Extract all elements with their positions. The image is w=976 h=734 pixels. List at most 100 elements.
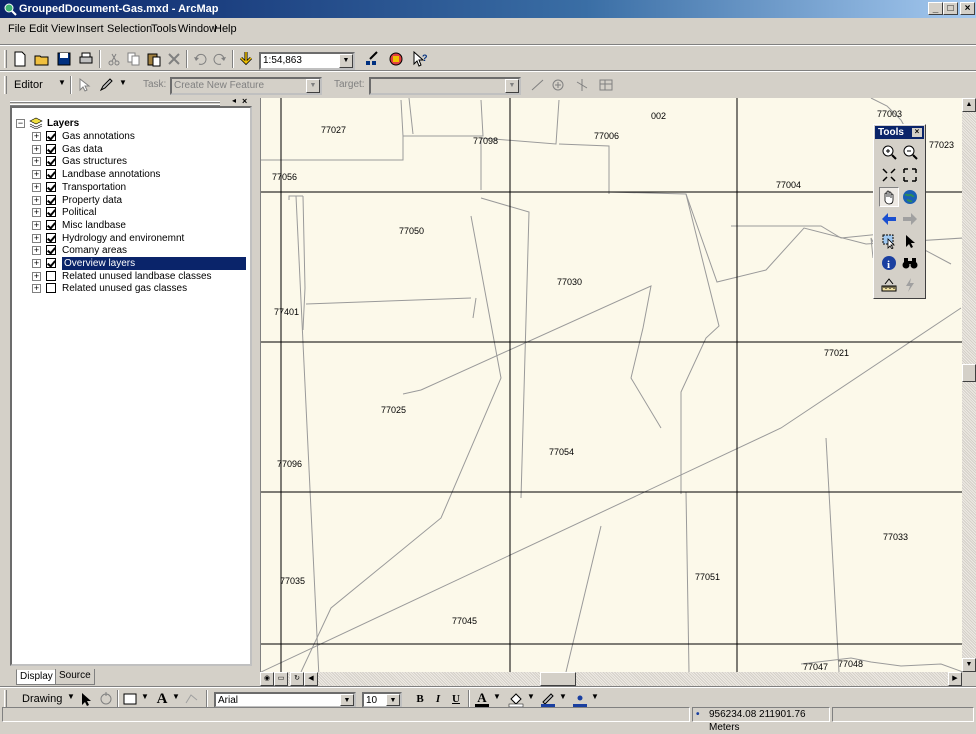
expand-icon[interactable]: +	[32, 271, 41, 281]
parcel-label[interactable]: 77401	[274, 307, 299, 317]
table-of-contents[interactable]: − Layers + Gas annotations + Gas data + Gas s…	[10, 106, 252, 666]
sketch-tool-icon[interactable]	[96, 75, 116, 95]
underline-button[interactable]: U	[446, 689, 466, 709]
split-tool-icon[interactable]	[528, 75, 548, 95]
open-icon[interactable]	[32, 49, 52, 69]
parcel-label[interactable]: 77047	[803, 662, 828, 672]
measure-icon[interactable]	[879, 275, 899, 295]
toc-layer-label[interactable]: Property data	[62, 194, 122, 207]
menu-tools[interactable]: Tools	[151, 23, 177, 35]
expand-icon[interactable]: +	[32, 182, 41, 192]
arctoolbox-icon[interactable]	[386, 49, 406, 69]
collapse-icon[interactable]: −	[16, 119, 25, 128]
identify-icon[interactable]: i	[879, 253, 899, 273]
layer-visibility-checkbox[interactable]	[46, 245, 56, 256]
fixed-zoom-out-icon[interactable]	[900, 165, 920, 185]
font-name-combo[interactable]: Arial ▼	[214, 692, 356, 708]
parcel-label[interactable]: 77021	[824, 348, 849, 358]
redo-icon[interactable]	[210, 49, 230, 69]
parcel-label[interactable]: 77051	[695, 572, 720, 582]
parcel-label[interactable]: 002	[651, 111, 666, 121]
undo-icon[interactable]	[190, 49, 210, 69]
parcel-label[interactable]: 77027	[321, 125, 346, 135]
menu-view[interactable]: View	[51, 23, 75, 35]
refresh-icon[interactable]: ↻	[290, 672, 304, 686]
parcel-label[interactable]: 77003	[877, 109, 902, 119]
toc-layer-label[interactable]: Related unused landbase classes	[62, 270, 212, 283]
horizontal-scrollbar[interactable]: ◉ ▭ ↻ ◀ ▶	[260, 672, 962, 686]
tools-window-title[interactable]: Tools ×	[875, 126, 924, 139]
title-bar[interactable]: GroupedDocument-Gas.mxd - ArcMap _ □ ×	[0, 0, 976, 18]
menu-window[interactable]: Window	[178, 23, 217, 35]
expand-icon[interactable]: +	[32, 157, 41, 167]
parcel-label[interactable]: 77023	[929, 140, 954, 150]
scroll-left-icon[interactable]: ◀	[304, 672, 318, 686]
expand-icon[interactable]: +	[32, 259, 41, 268]
new-text-icon[interactable]: A	[152, 689, 172, 709]
chevron-down-icon[interactable]: ▼	[67, 692, 75, 701]
expand-icon[interactable]: +	[32, 195, 41, 205]
edit-tool-icon[interactable]	[74, 75, 94, 95]
expand-icon[interactable]: +	[32, 132, 41, 141]
expand-icon[interactable]: +	[32, 233, 41, 243]
rotate-element-icon[interactable]	[96, 689, 116, 709]
parcel-label[interactable]: 77033	[883, 532, 908, 542]
zoom-out-icon[interactable]	[900, 142, 920, 162]
layer-visibility-checkbox[interactable]	[46, 232, 56, 243]
pan-icon[interactable]	[879, 187, 899, 207]
menu-edit[interactable]: Edit	[29, 23, 48, 35]
editor-toolbar-icon[interactable]	[362, 49, 382, 69]
chevron-down-icon[interactable]: ▼	[306, 79, 320, 93]
fill-color-icon[interactable]	[506, 689, 526, 709]
font-size-combo[interactable]: 10 ▼	[362, 692, 402, 708]
close-button[interactable]: ×	[960, 2, 975, 15]
parcel-label[interactable]: 77050	[399, 226, 424, 236]
menu-selection[interactable]: Selection	[107, 23, 152, 35]
chevron-down-icon[interactable]: ▼	[493, 692, 501, 701]
parcel-label[interactable]: 77045	[452, 616, 477, 626]
data-view-icon[interactable]: ◉	[260, 672, 274, 686]
chevron-down-icon[interactable]: ▼	[591, 692, 599, 701]
save-icon[interactable]	[54, 49, 74, 69]
bold-button[interactable]: B	[410, 689, 430, 709]
menu-help[interactable]: Help	[214, 23, 237, 35]
chevron-down-icon[interactable]: ▼	[340, 694, 354, 706]
layer-visibility-checkbox[interactable]	[46, 131, 56, 141]
layer-visibility-checkbox[interactable]	[46, 207, 56, 218]
map-canvas[interactable]	[261, 98, 962, 672]
rotate-tool-icon[interactable]	[548, 75, 568, 95]
target-combo[interactable]: ▼	[369, 77, 521, 95]
expand-icon[interactable]: +	[32, 144, 41, 154]
fixed-zoom-in-icon[interactable]	[879, 165, 899, 185]
expand-icon[interactable]: +	[32, 284, 41, 294]
line-color-icon[interactable]	[538, 689, 558, 709]
chevron-down-icon[interactable]: ▼	[559, 692, 567, 701]
layer-visibility-checkbox[interactable]	[46, 169, 56, 180]
toc-layer-label[interactable]: Related unused gas classes	[62, 282, 187, 295]
sketch-properties-icon[interactable]	[596, 75, 616, 95]
attributes-icon[interactable]	[572, 75, 592, 95]
tab-display[interactable]: Display	[16, 669, 57, 685]
drawing-menu[interactable]: Drawing	[22, 693, 62, 705]
chevron-down-icon[interactable]: ▼	[141, 692, 149, 701]
toc-layer-label[interactable]: Gas structures	[62, 155, 127, 168]
task-combo[interactable]: Create New Feature ▼	[170, 77, 322, 95]
scroll-up-icon[interactable]: ▲	[962, 98, 976, 112]
layer-visibility-checkbox[interactable]	[46, 143, 56, 154]
parcel-label[interactable]: 77035	[280, 576, 305, 586]
forward-arrow-icon[interactable]	[900, 209, 920, 229]
chevron-down-icon[interactable]: ▼	[172, 692, 180, 701]
toolbar-grip[interactable]	[4, 690, 7, 708]
select-elements-icon[interactable]	[879, 231, 899, 251]
map-scale-combo[interactable]: 1:54,863 ▼	[259, 52, 355, 70]
toc-layer-label[interactable]: Misc landbase	[62, 219, 126, 232]
find-binoculars-icon[interactable]	[900, 253, 920, 273]
zoom-in-icon[interactable]	[879, 142, 899, 162]
close-icon[interactable]: ×	[242, 96, 247, 106]
expand-icon[interactable]: +	[32, 220, 41, 230]
marker-color-icon[interactable]	[570, 689, 590, 709]
layer-visibility-checkbox[interactable]	[46, 156, 56, 167]
scroll-right-icon[interactable]: ▶	[948, 672, 962, 686]
toc-layer-label[interactable]: Gas annotations	[62, 130, 135, 143]
vertical-scrollbar[interactable]: ▲ ▼	[962, 98, 976, 672]
